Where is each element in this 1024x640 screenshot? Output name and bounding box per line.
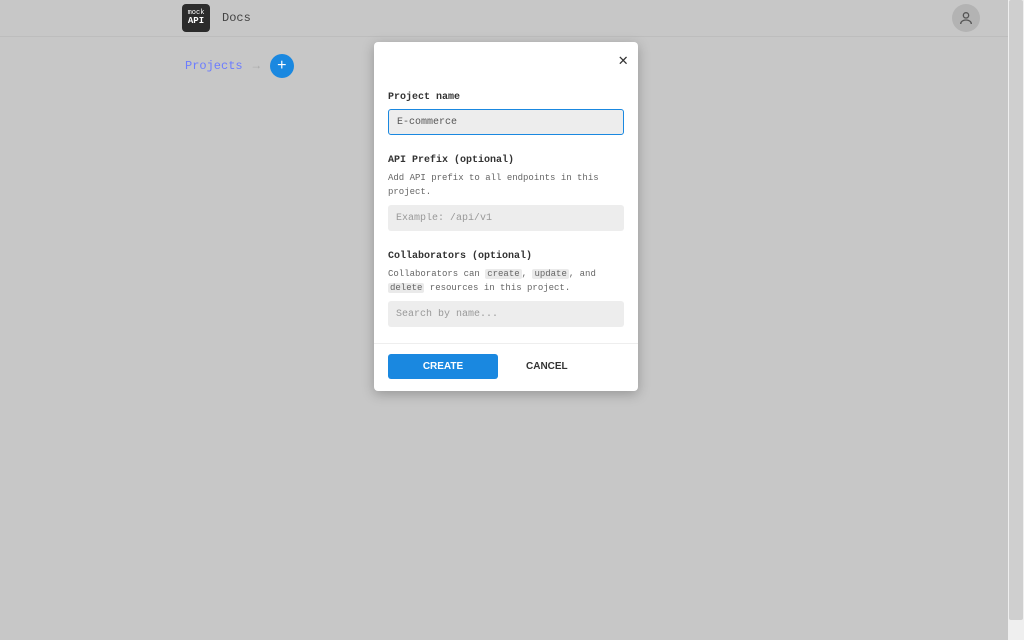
user-icon [958,10,974,26]
close-button[interactable]: ✕ [618,50,628,70]
scrollbar[interactable] [1008,0,1024,640]
kw-delete: delete [388,283,424,293]
create-button[interactable]: CREATE [388,354,498,379]
close-icon: ✕ [618,52,628,70]
breadcrumb: Projects → + [185,54,294,78]
header-divider [0,36,1008,37]
logo-text-bottom: API [188,17,204,26]
collaborators-input[interactable] [388,301,624,327]
app-header: mock API Docs [0,0,1008,36]
chevron-right-icon: → [253,59,260,73]
api-prefix-help: Add API prefix to all endpoints in this … [388,172,624,199]
add-project-button[interactable]: + [270,54,294,78]
kw-create: create [485,269,521,279]
project-name-label: Project name [388,92,624,103]
collaborators-help: Collaborators can create, update, and de… [388,268,624,295]
plus-icon: + [277,58,287,74]
api-prefix-label: API Prefix (optional) [388,155,624,166]
modal-footer: CREATE CANCEL [374,343,638,391]
collaborators-label: Collaborators (optional) [388,251,624,262]
user-avatar[interactable] [952,4,980,32]
scrollbar-thumb[interactable] [1009,0,1023,620]
cancel-button[interactable]: CANCEL [526,361,568,372]
docs-link[interactable]: Docs [222,11,251,25]
project-name-input[interactable] [388,109,624,135]
create-project-modal: ✕ Project name API Prefix (optional) Add… [374,42,638,391]
breadcrumb-projects[interactable]: Projects [185,59,243,73]
kw-update: update [532,269,568,279]
api-prefix-input[interactable] [388,205,624,231]
app-logo[interactable]: mock API [182,4,210,32]
